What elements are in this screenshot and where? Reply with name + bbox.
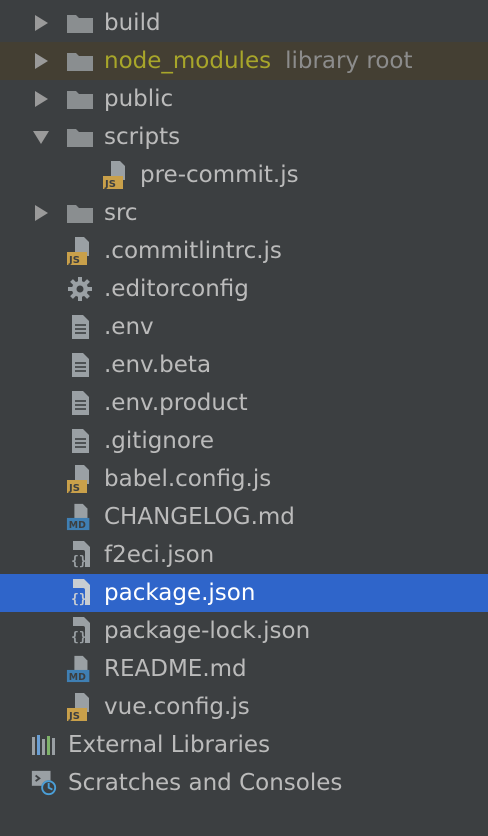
tree-item-env[interactable]: .env [0,308,488,346]
md-badge-text: MD [69,520,86,531]
tree-item-label: .commitlintrc.js [104,238,282,264]
folder-icon [66,85,94,113]
tree-item-node-modules[interactable]: node_modules library root [0,42,488,80]
scratches-icon [30,769,58,797]
tree-item-f2eci-json[interactable]: {} f2eci.json [0,536,488,574]
folder-icon [66,123,94,151]
md-badge-text: MD [69,672,86,683]
tree-item-label: scripts [104,124,181,150]
tree-item-label: package.json [104,580,256,606]
json-file-icon: {} [66,579,94,607]
tree-item-external-libraries[interactable]: External Libraries [0,726,488,764]
tree-item-label: babel.config.js [104,466,272,492]
js-file-icon: JS [66,465,94,494]
tree-item-label: .gitignore [104,428,215,454]
text-file-icon [66,313,94,341]
text-file-icon [66,351,94,379]
tree-item-label: node_modules [104,48,272,74]
json-file-icon: {} [66,617,94,645]
project-tree: build node_modules library root public sc… [0,4,488,802]
tree-item-label: package-lock.json [104,618,311,644]
library-icon [30,731,58,759]
tree-item-label: vue.config.js [104,694,250,720]
chevron-right-icon[interactable] [30,88,52,110]
tree-item-env-product[interactable]: .env.product [0,384,488,422]
chevron-right-icon[interactable] [30,12,52,34]
js-badge-text: JS [104,179,116,190]
tree-item-label: f2eci.json [104,542,215,568]
tree-item-label: pre-commit.js [140,162,299,188]
chevron-down-icon[interactable] [30,126,52,148]
tree-item-gitignore[interactable]: .gitignore [0,422,488,460]
folder-icon [66,199,94,227]
svg-text:{}: {} [71,554,87,569]
tree-item-changelog-md[interactable]: MD CHANGELOG.md [0,498,488,536]
tree-item-label: public [104,86,174,112]
text-file-icon [66,427,94,455]
js-badge-text: JS [68,483,80,494]
svg-text:{}: {} [71,592,87,607]
tree-item-label: src [104,200,138,226]
text-file-icon [66,389,94,417]
tree-item-label: Scratches and Consoles [68,770,343,796]
folder-icon [66,9,94,37]
svg-text:{}: {} [71,630,87,645]
library-root-label: library root [285,48,413,74]
chevron-right-icon[interactable] [30,50,52,72]
tree-item-label: build [104,10,161,36]
folder-icon [66,47,94,75]
md-file-icon: MD [66,503,94,531]
gear-icon [66,275,94,303]
tree-item-babel-config-js[interactable]: JS babel.config.js [0,460,488,498]
tree-item-scratches-and-consoles[interactable]: Scratches and Consoles [0,764,488,802]
tree-item-label: .env.beta [104,352,212,378]
tree-item-label: .env.product [104,390,248,416]
js-file-icon: JS [66,237,94,266]
tree-item-package-lock-json[interactable]: {} package-lock.json [0,612,488,650]
tree-item-commitlintrc-js[interactable]: JS .commitlintrc.js [0,232,488,270]
tree-item-build[interactable]: build [0,4,488,42]
js-badge-text: JS [68,255,80,266]
tree-item-scripts[interactable]: scripts [0,118,488,156]
tree-item-label: .editorconfig [104,276,249,302]
tree-item-label: External Libraries [68,732,271,758]
tree-item-pre-commit-js[interactable]: JS pre-commit.js [0,156,488,194]
tree-item-editorconfig[interactable]: .editorconfig [0,270,488,308]
tree-item-label: .env [104,314,154,340]
tree-item-env-beta[interactable]: .env.beta [0,346,488,384]
tree-item-public[interactable]: public [0,80,488,118]
js-file-icon: JS [102,161,130,190]
tree-item-vue-config-js[interactable]: JS vue.config.js [0,688,488,726]
tree-item-label: README.md [104,656,247,682]
json-file-icon: {} [66,541,94,569]
tree-item-readme-md[interactable]: MD README.md [0,650,488,688]
js-badge-text: JS [68,711,80,722]
js-file-icon: JS [66,693,94,722]
md-file-icon: MD [66,655,94,683]
tree-item-label: CHANGELOG.md [104,504,295,530]
tree-item-package-json[interactable]: {} package.json [0,574,488,612]
chevron-right-icon[interactable] [30,202,52,224]
tree-item-src[interactable]: src [0,194,488,232]
